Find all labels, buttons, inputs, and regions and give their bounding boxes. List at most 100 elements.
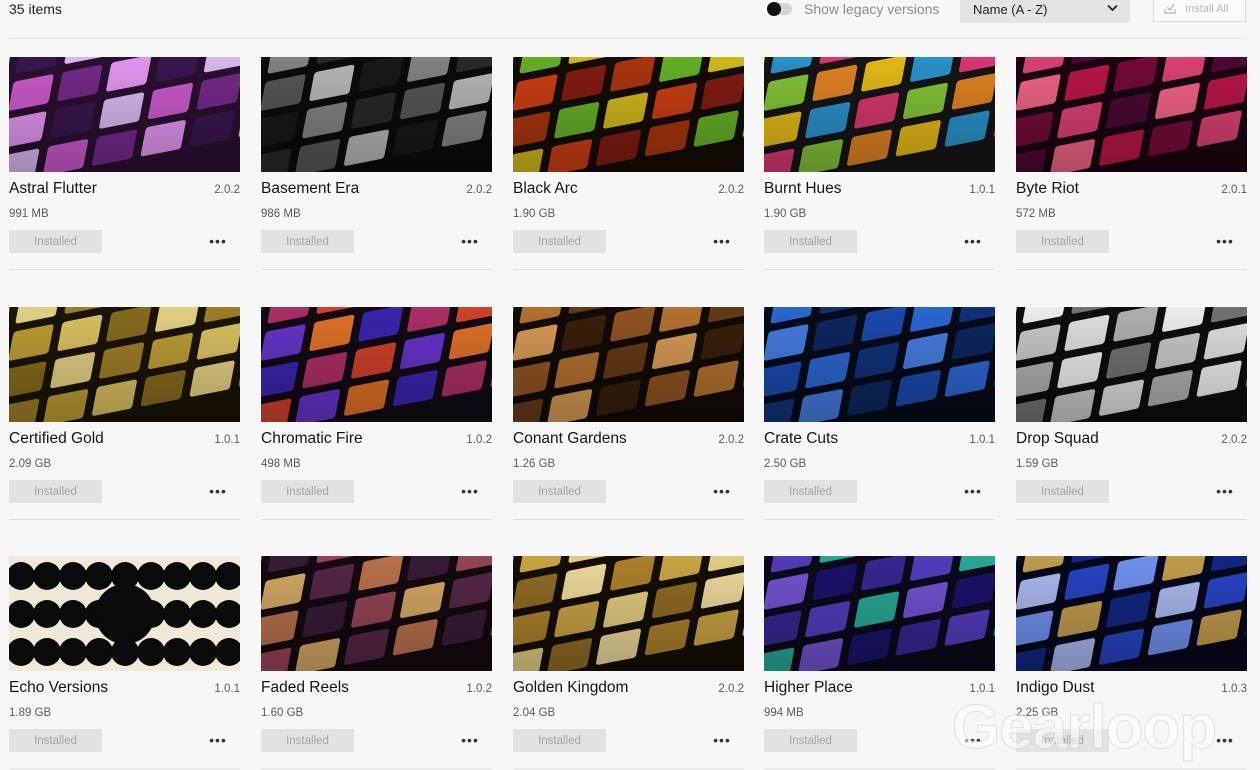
more-options-icon[interactable]: •••	[458, 231, 482, 251]
more-options-icon[interactable]: •••	[1213, 231, 1237, 251]
pack-name[interactable]: Certified Gold	[9, 430, 104, 448]
installed-button[interactable]: Installed	[513, 230, 606, 253]
pack-thumbnail[interactable]	[1016, 556, 1247, 671]
sort-selected-value: Name (A - Z)	[973, 2, 1048, 17]
more-options-icon[interactable]: •••	[206, 231, 230, 251]
pack-thumbnail[interactable]	[1016, 57, 1247, 172]
installed-button[interactable]: Installed	[513, 480, 606, 503]
pack-name[interactable]: Higher Place	[764, 679, 853, 697]
installed-button[interactable]: Installed	[261, 230, 354, 253]
more-options-icon[interactable]: •••	[1213, 481, 1237, 501]
pack-name[interactable]: Astral Flutter	[9, 180, 97, 198]
more-options-icon[interactable]: •••	[961, 481, 985, 501]
pack-thumbnail[interactable]	[764, 307, 995, 422]
installed-button[interactable]: Installed	[1016, 230, 1109, 253]
pack-thumbnail[interactable]	[513, 556, 744, 671]
pack-name[interactable]: Faded Reels	[261, 679, 349, 697]
pack-thumbnail[interactable]	[513, 57, 744, 172]
install-all-button[interactable]: Install All	[1153, 0, 1246, 22]
more-options-icon[interactable]: •••	[458, 481, 482, 501]
pack-card[interactable]: Burnt Hues 1.0.1 1.90 GB Installed •••	[764, 57, 995, 270]
pack-version: 2.0.2	[718, 184, 744, 196]
pack-card[interactable]: Golden Kingdom 2.0.2 2.04 GB Installed •••	[513, 556, 744, 769]
pack-version: 2.0.2	[214, 184, 240, 196]
installed-button[interactable]: Installed	[261, 729, 354, 752]
card-divider	[764, 269, 995, 270]
pack-thumbnail[interactable]	[9, 556, 240, 671]
pack-card[interactable]: Astral Flutter 2.0.2 991 MB Installed •••	[9, 57, 240, 270]
pack-size: 572 MB	[1016, 208, 1056, 220]
pack-artwork	[1016, 57, 1247, 172]
pack-card[interactable]: Chromatic Fire 1.0.2 498 MB Installed •••	[261, 307, 492, 520]
installed-button[interactable]: Installed	[513, 729, 606, 752]
more-options-icon[interactable]: •••	[961, 730, 985, 750]
pack-card[interactable]: Indigo Dust 1.0.3 2.25 GB Installed •••	[1016, 556, 1247, 769]
pack-size: 994 MB	[764, 707, 804, 719]
installed-button[interactable]: Installed	[261, 480, 354, 503]
installed-button[interactable]: Installed	[9, 729, 102, 752]
pack-name[interactable]: Byte Riot	[1016, 180, 1079, 198]
pack-card[interactable]: Basement Era 2.0.2 986 MB Installed •••	[261, 57, 492, 270]
toolbar: 35 items Show legacy versions Name (A - …	[0, 0, 1260, 26]
pack-thumbnail[interactable]	[261, 307, 492, 422]
pack-size: 1.60 GB	[261, 707, 304, 719]
pack-name[interactable]: Echo Versions	[9, 679, 108, 697]
installed-button[interactable]: Installed	[9, 480, 102, 503]
pack-name[interactable]: Conant Gardens	[513, 430, 627, 448]
pack-thumbnail[interactable]	[1016, 307, 1247, 422]
pack-name[interactable]: Chromatic Fire	[261, 430, 363, 448]
pack-thumbnail[interactable]	[513, 307, 744, 422]
pack-artwork	[9, 556, 240, 671]
installed-button[interactable]: Installed	[764, 729, 857, 752]
card-divider	[764, 768, 995, 769]
pack-version: 2.0.1	[1221, 184, 1247, 196]
pack-version: 2.0.2	[466, 184, 492, 196]
pack-size: 991 MB	[9, 208, 49, 220]
pack-version: 2.0.2	[1221, 434, 1247, 446]
pack-thumbnail[interactable]	[764, 57, 995, 172]
installed-button[interactable]: Installed	[1016, 729, 1109, 752]
more-options-icon[interactable]: •••	[206, 730, 230, 750]
pack-card[interactable]: Black Arc 2.0.2 1.90 GB Installed •••	[513, 57, 744, 270]
more-options-icon[interactable]: •••	[710, 730, 734, 750]
pack-name[interactable]: Crate Cuts	[764, 430, 838, 448]
card-divider	[1016, 519, 1247, 520]
pack-thumbnail[interactable]	[261, 57, 492, 172]
pack-card[interactable]: Crate Cuts 1.0.1 2.50 GB Installed •••	[764, 307, 995, 520]
pack-name[interactable]: Golden Kingdom	[513, 679, 628, 697]
pack-artwork	[261, 556, 492, 671]
installed-button[interactable]: Installed	[764, 230, 857, 253]
pack-artwork	[9, 307, 240, 422]
more-options-icon[interactable]: •••	[1213, 730, 1237, 750]
installed-button[interactable]: Installed	[9, 230, 102, 253]
more-options-icon[interactable]: •••	[961, 231, 985, 251]
pack-thumbnail[interactable]	[764, 556, 995, 671]
sort-dropdown[interactable]: Name (A - Z)	[960, 0, 1130, 23]
pack-card[interactable]: Higher Place 1.0.1 994 MB Installed •••	[764, 556, 995, 769]
card-divider	[513, 519, 744, 520]
more-options-icon[interactable]: •••	[710, 481, 734, 501]
pack-thumbnail[interactable]	[261, 556, 492, 671]
pack-size: 986 MB	[261, 208, 301, 220]
pack-version: 1.0.3	[1221, 683, 1247, 695]
pack-card[interactable]: Certified Gold 1.0.1 2.09 GB Installed •••	[9, 307, 240, 520]
pack-card[interactable]: Byte Riot 2.0.1 572 MB Installed •••	[1016, 57, 1247, 270]
pack-name[interactable]: Basement Era	[261, 180, 359, 198]
installed-button[interactable]: Installed	[1016, 480, 1109, 503]
more-options-icon[interactable]: •••	[710, 231, 734, 251]
pack-thumbnail[interactable]	[9, 307, 240, 422]
legacy-versions-toggle[interactable]	[767, 2, 792, 16]
pack-name[interactable]: Indigo Dust	[1016, 679, 1094, 697]
legacy-toggle-group[interactable]: Show legacy versions	[767, 1, 939, 17]
pack-card[interactable]: Conant Gardens 2.0.2 1.26 GB Installed •••	[513, 307, 744, 520]
pack-name[interactable]: Black Arc	[513, 180, 578, 198]
pack-card[interactable]: Drop Squad 2.0.2 1.59 GB Installed •••	[1016, 307, 1247, 520]
more-options-icon[interactable]: •••	[458, 730, 482, 750]
pack-card[interactable]: Faded Reels 1.0.2 1.60 GB Installed •••	[261, 556, 492, 769]
pack-thumbnail[interactable]	[9, 57, 240, 172]
pack-name[interactable]: Burnt Hues	[764, 180, 842, 198]
pack-card[interactable]: Echo Versions 1.0.1 1.89 GB Installed •••	[9, 556, 240, 769]
more-options-icon[interactable]: •••	[206, 481, 230, 501]
pack-name[interactable]: Drop Squad	[1016, 430, 1099, 448]
installed-button[interactable]: Installed	[764, 480, 857, 503]
